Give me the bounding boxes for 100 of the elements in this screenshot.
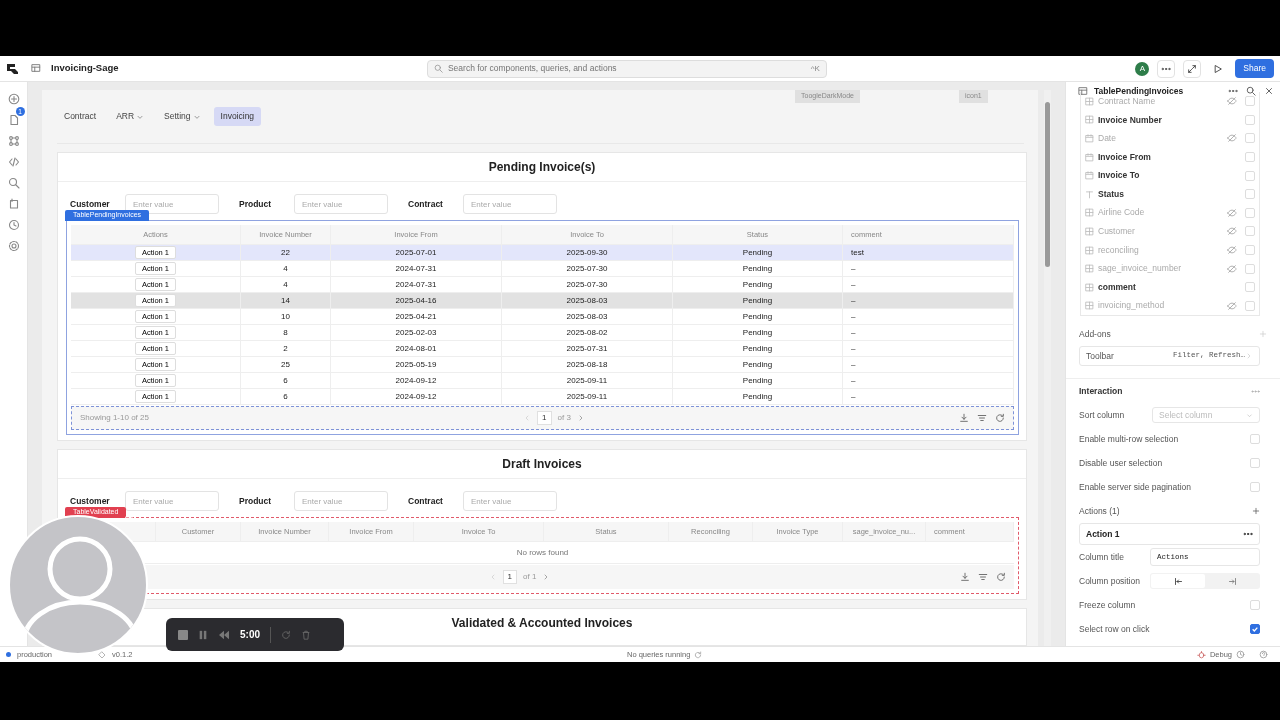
column-name: sage_invoice_number (1098, 262, 1182, 275)
pause-icon[interactable] (198, 629, 208, 640)
filter-label: Customer (70, 198, 111, 211)
table-cell: 2024-07-31 (331, 277, 502, 293)
tag-icon (98, 650, 107, 659)
hidden-icon[interactable] (1227, 263, 1237, 274)
filter-input[interactable]: Enter value (463, 491, 557, 512)
column-item[interactable]: Status (1085, 184, 1255, 204)
action-item[interactable]: Action 1 (1079, 523, 1260, 545)
chevron-right-icon (1245, 352, 1253, 360)
table-cell: 2025-08-18 (502, 357, 673, 373)
chevron-down-icon (1246, 411, 1253, 419)
setting-label: Disable user selection (1079, 456, 1163, 470)
settings-icon[interactable] (7, 239, 20, 252)
user-avatar[interactable]: A (1135, 61, 1150, 76)
filter-icon[interactable] (978, 572, 988, 583)
card-title: Pending Invoice(s) (488, 159, 596, 177)
table-cell: 2025-07-31 (502, 341, 673, 357)
column-item[interactable]: comment (1085, 277, 1255, 297)
sidebar-toggle-icon[interactable] (31, 63, 41, 74)
table-cell: 2025-08-03 (502, 309, 673, 325)
filter-input[interactable]: Enter value (294, 491, 388, 512)
table-cell: Pending (673, 325, 843, 341)
file-icon[interactable] (7, 197, 20, 210)
card-title: Validated & Accounted Invoices (451, 615, 633, 633)
card-title: Draft Invoices (502, 456, 582, 474)
table-icon (1085, 208, 1094, 218)
trash-icon[interactable] (301, 629, 311, 640)
nav-tab[interactable]: Contract (57, 107, 104, 127)
hidden-icon[interactable] (1227, 245, 1237, 256)
expand-icon (1187, 63, 1198, 74)
download-icon[interactable] (960, 572, 970, 583)
search-field[interactable]: Search for components, queries, and actions (447, 62, 806, 75)
page-number[interactable]: 1 (502, 570, 518, 585)
scrollbar[interactable] (1044, 90, 1051, 646)
table-cell: 2 (241, 341, 331, 357)
stop-button[interactable] (178, 629, 188, 640)
table-cell: – (843, 309, 1014, 325)
close-icon[interactable] (1264, 86, 1274, 96)
checkbox[interactable] (1250, 624, 1260, 634)
add-icon[interactable] (1252, 507, 1260, 516)
search-icon[interactable] (1246, 86, 1256, 96)
rewind-icon[interactable] (218, 629, 230, 640)
table-cell: 2025-05-19 (331, 357, 502, 373)
refresh-icon[interactable] (996, 572, 1006, 583)
hidden-icon[interactable] (1227, 207, 1237, 218)
more-button[interactable] (1157, 59, 1176, 78)
column-item[interactable]: Invoice From (1085, 147, 1255, 167)
help-icon[interactable] (1259, 650, 1268, 659)
nav-tab[interactable]: Setting (157, 107, 208, 127)
table-cell: Pending (673, 293, 843, 309)
addon-label: Toolbar (1086, 349, 1114, 363)
segment-button[interactable] (1151, 574, 1205, 588)
code-icon[interactable] (7, 155, 20, 168)
filter-input[interactable]: Enter value (463, 194, 557, 215)
download-icon[interactable] (959, 413, 969, 424)
table-cell: Pending (673, 245, 843, 261)
action-name: Action 1 (1086, 527, 1120, 541)
table-cell: Pending (673, 277, 843, 293)
bug-icon (1196, 650, 1206, 659)
filter-input[interactable]: Enter value (125, 491, 219, 512)
calendar-icon (1085, 134, 1094, 143)
nav-tab[interactable]: ARR (109, 107, 152, 127)
page-number[interactable]: 1 (537, 411, 552, 426)
app-title: Invoicing-Sage (51, 61, 119, 76)
column-item[interactable]: Invoice Number (1085, 110, 1255, 130)
logo-icon[interactable] (6, 62, 19, 75)
history-icon[interactable] (1236, 650, 1245, 659)
table-cell: – (843, 373, 1014, 389)
shortcut-hint: ^K (810, 62, 820, 75)
column-name: comment (1098, 280, 1136, 294)
table-cell: 2025-09-11 (502, 373, 673, 389)
table-cell: 2025-07-30 (502, 277, 673, 293)
setting-label: Enable server side pagination (1079, 480, 1191, 494)
expand-button[interactable] (1183, 59, 1202, 78)
table-cell: 2024-07-31 (331, 261, 502, 277)
table-icon (1085, 264, 1094, 274)
hidden-icon[interactable] (1227, 96, 1237, 107)
filter-input[interactable]: Enter value (294, 194, 388, 215)
column-name: Invoice From (1098, 150, 1151, 164)
hidden-icon[interactable] (1227, 133, 1237, 144)
column-name: Date (1098, 132, 1116, 145)
status-dot (6, 652, 11, 657)
hidden-icon[interactable] (1227, 226, 1237, 237)
nav-tab[interactable]: Invoicing (213, 107, 262, 127)
hidden-icon[interactable] (1227, 300, 1237, 311)
search-icon[interactable] (7, 176, 20, 189)
column-item[interactable]: Invoice To (1085, 166, 1255, 185)
refresh-icon[interactable] (995, 413, 1005, 424)
table-cell: – (843, 341, 1014, 357)
table-cell: 4 (241, 277, 331, 293)
search-icon (433, 64, 443, 73)
add-icon[interactable] (7, 92, 20, 105)
filter-label: Contract (408, 495, 444, 508)
history-icon[interactable] (7, 218, 20, 231)
components-icon[interactable] (7, 134, 20, 147)
share-button[interactable]: Share (1235, 59, 1274, 78)
filter-icon[interactable] (977, 413, 987, 424)
restart-icon[interactable] (281, 629, 291, 640)
page-icon[interactable] (7, 113, 20, 126)
